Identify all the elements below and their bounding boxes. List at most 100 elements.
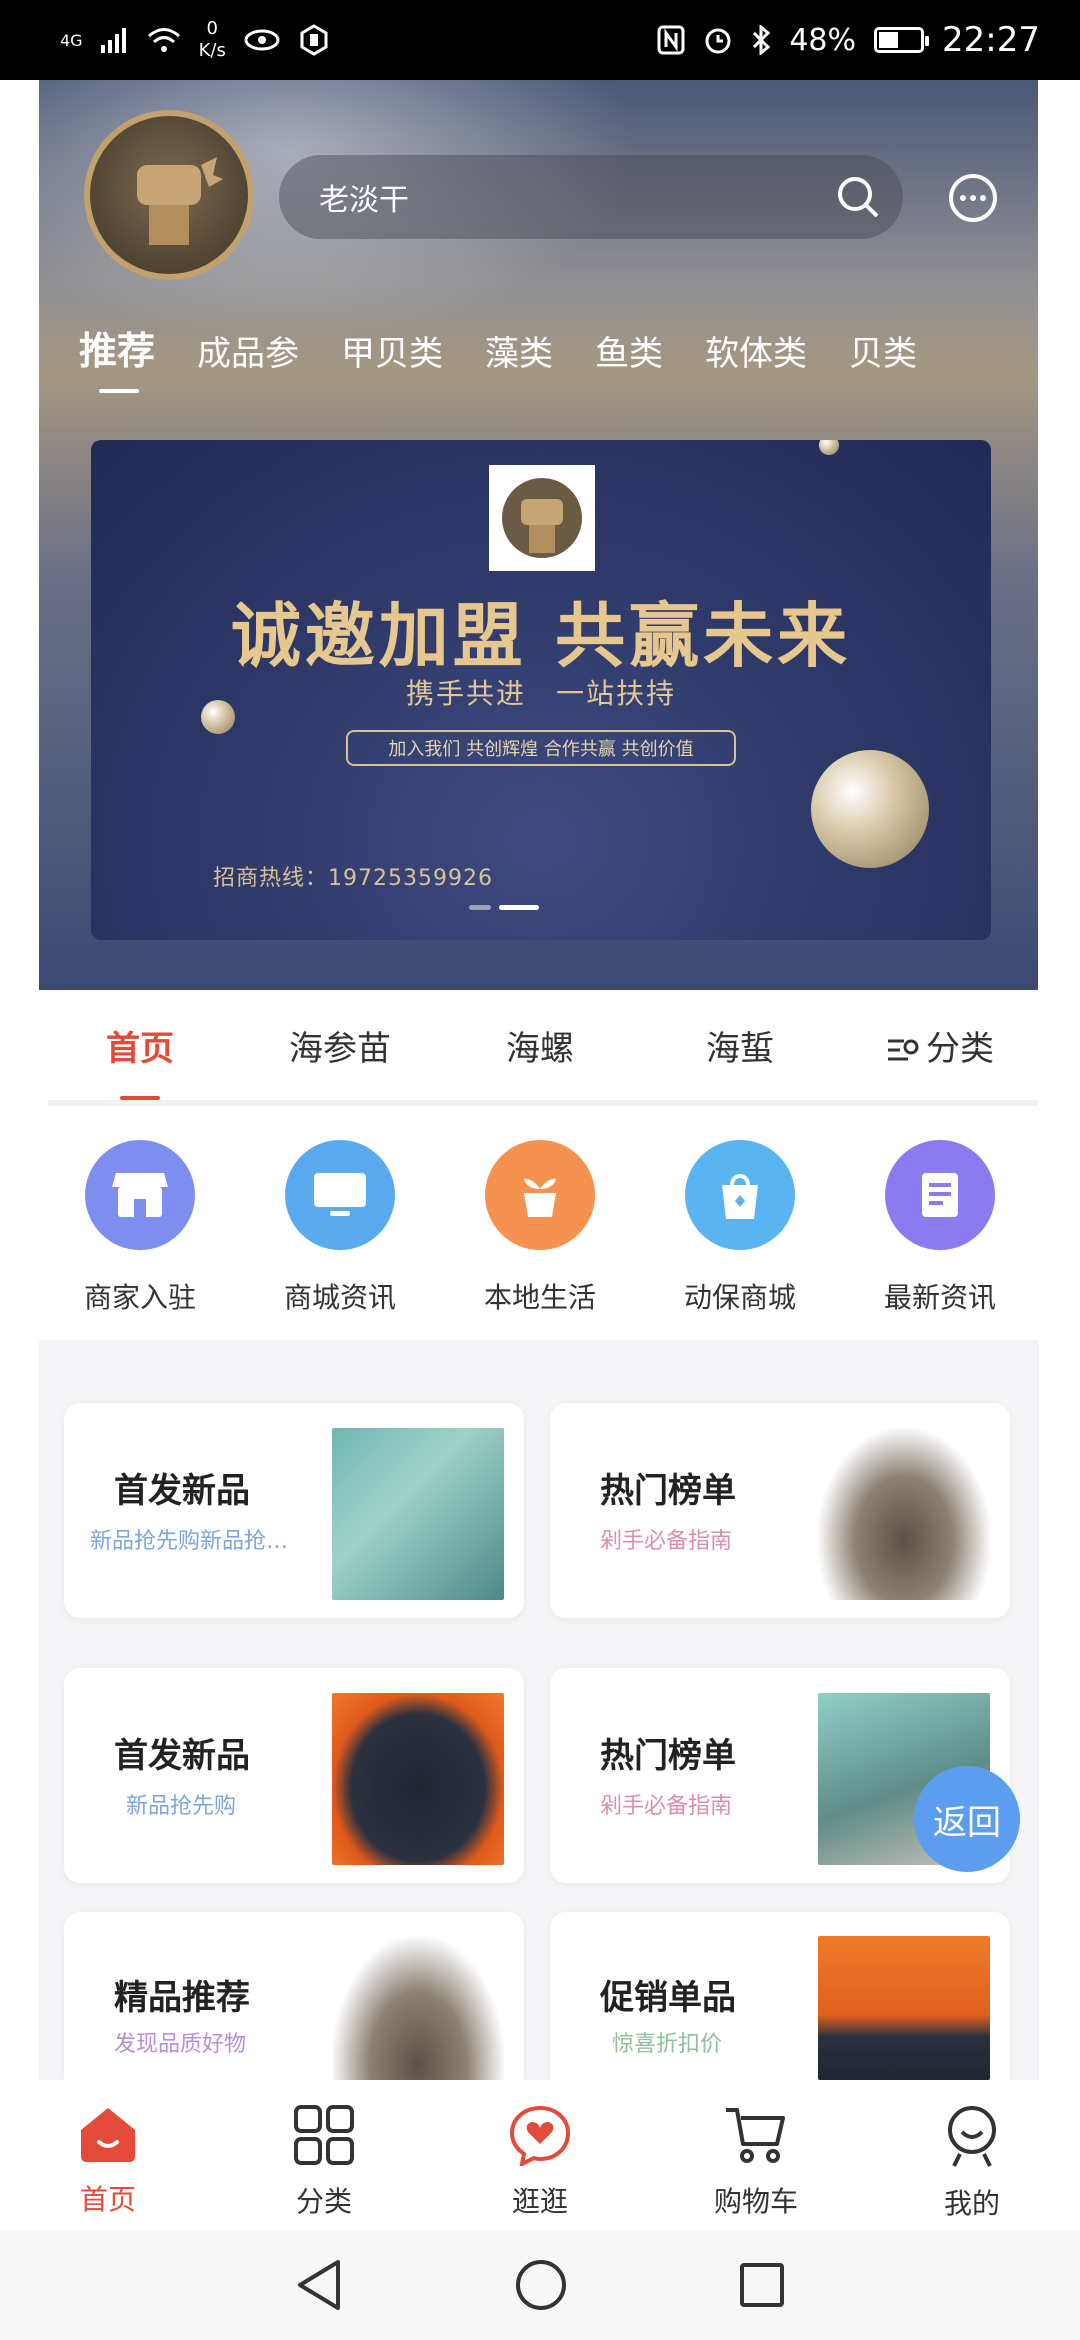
banner-logo (489, 465, 595, 571)
battery-percent: 48% (789, 22, 857, 58)
grid-icon (294, 2105, 354, 2165)
nav-label: 分类 (295, 2185, 352, 2218)
quick-links: 商家入驻 商城资讯 本地生活 动保商城 最新资讯 (40, 1140, 1040, 1316)
pagination-dot (469, 905, 491, 910)
quick-link-label: 动保商城 (683, 1281, 796, 1314)
quick-link-mall-news[interactable]: 商城资讯 (240, 1140, 440, 1316)
quick-link-label: 商城资讯 (283, 1281, 396, 1314)
product-image (332, 1428, 504, 1600)
card-title: 热门榜单 (600, 1471, 736, 1511)
promo-banner[interactable]: 诚邀加盟 共赢未来 携手共进 一站扶持 加入我们 共创辉煌 合作共赢 共创价值 … (91, 440, 991, 940)
nav-category[interactable]: 分类 (216, 2080, 432, 2230)
nav-home[interactable]: 首页 (0, 2080, 216, 2230)
search-input[interactable]: 老淡干 (319, 175, 835, 219)
subtab-category[interactable]: 分类 (840, 1021, 1040, 1070)
bluetooth-icon (753, 25, 771, 55)
quick-link-latest-news[interactable]: 最新资讯 (840, 1140, 1040, 1316)
category-tab[interactable]: 软体类 (705, 326, 807, 375)
decor-pearl (819, 440, 839, 455)
quick-link-animal-mall[interactable]: 动保商城 (640, 1140, 840, 1316)
quick-link-label: 本地生活 (483, 1281, 596, 1314)
subtab-category-label: 分类 (926, 1028, 994, 1069)
subtab-jellyfish[interactable]: 海蜇 (640, 1021, 840, 1070)
message-icon[interactable] (947, 172, 999, 224)
subtab-sea-cucumber-seedling[interactable]: 海参苗 (240, 1021, 440, 1070)
quick-link-label: 最新资讯 (883, 1281, 996, 1314)
category-tab[interactable]: 藻类 (485, 326, 553, 375)
promo-card[interactable]: 热门榜单 剁手必备指南 (550, 1403, 1010, 1618)
card-subtitle: 新品抢先购 (126, 1794, 237, 1819)
product-image (332, 1936, 504, 2080)
home-icon (81, 2108, 135, 2162)
fist-logo-icon (502, 478, 582, 558)
home-circle-icon[interactable] (514, 2258, 568, 2312)
nfc-icon (657, 25, 685, 55)
banner-headline: 诚邀加盟 共赢未来 (230, 595, 852, 677)
back-triangle-icon[interactable] (294, 2258, 344, 2312)
heart-chat-icon (509, 2105, 571, 2166)
card-title: 促销单品 (600, 1978, 736, 2018)
card-title: 精品推荐 (114, 1978, 250, 2018)
subtab-home[interactable]: 首页 (40, 1021, 240, 1100)
nav-label: 我的 (943, 2187, 1000, 2220)
shopping-bag-icon (685, 1140, 795, 1250)
monitor-icon (285, 1140, 395, 1250)
nav-label: 购物车 (713, 2185, 798, 2218)
promo-card[interactable]: 促销单品 惊喜折扣价 (550, 1912, 1010, 2080)
card-title: 热门榜单 (600, 1736, 736, 1776)
search-bar[interactable]: 老淡干 (279, 155, 903, 239)
system-nav-bar (0, 2230, 1080, 2340)
product-image (818, 1936, 990, 2080)
nav-label: 首页 (79, 2183, 136, 2216)
bottom-nav: 首页 分类 逛逛 购物车 我的 (0, 2080, 1080, 2230)
signal-icon (100, 28, 126, 53)
nav-label: 逛逛 (511, 2185, 568, 2218)
quick-link-label: 商家入驻 (83, 1281, 196, 1314)
recents-square-icon[interactable] (738, 2261, 786, 2309)
status-bar: 4G 0 K/s 48% 22:27 (0, 0, 1080, 80)
category-tab[interactable]: 甲贝类 (341, 326, 443, 375)
document-icon (885, 1140, 995, 1250)
quick-link-merchant[interactable]: 商家入驻 (40, 1140, 240, 1316)
promo-card[interactable]: 精品推荐 发现品质好物 (64, 1912, 524, 2080)
nav-browse[interactable]: 逛逛 (432, 2080, 648, 2230)
section-separator (39, 1340, 1039, 1380)
plant-pot-icon (485, 1140, 595, 1250)
card-title: 首发新品 (114, 1736, 250, 1776)
cart-icon (726, 2108, 785, 2163)
sub-tabs: 首页 海参苗 海螺 海蜇 分类 (0, 990, 1080, 1100)
brand-logo[interactable] (84, 110, 254, 280)
category-tab[interactable]: 成品参 (197, 326, 299, 375)
promo-card[interactable]: 首发新品 新品抢先购 (64, 1668, 524, 1883)
battery-icon (874, 27, 930, 53)
card-subtitle: 惊喜折扣价 (612, 2032, 723, 2057)
profile-icon (948, 2106, 996, 2167)
quick-link-local-life[interactable]: 本地生活 (440, 1140, 640, 1316)
category-tab[interactable]: 推荐 (79, 320, 155, 393)
back-button[interactable]: 返回 (914, 1766, 1020, 1872)
card-subtitle: 剁手必备指南 (600, 1794, 733, 1819)
eye-icon (244, 29, 280, 51)
category-tabs: 推荐 成品参 甲贝类 藻类 鱼类 软体类 贝类 (79, 320, 999, 393)
store-icon (85, 1140, 195, 1250)
banner-pagination (469, 905, 539, 910)
category-tab[interactable]: 贝类 (849, 326, 917, 375)
subtab-conch[interactable]: 海螺 (440, 1021, 640, 1070)
card-subtitle: 剁手必备指南 (600, 1529, 733, 1554)
card-subtitle: 发现品质好物 (114, 2032, 247, 2057)
clock: 22:27 (942, 20, 1040, 60)
decor-pearl (811, 750, 929, 868)
card-subtitle: 新品抢先购新品抢先购 (90, 1529, 290, 1554)
product-image (818, 1428, 990, 1600)
nav-cart[interactable]: 购物车 (648, 2080, 864, 2230)
fist-logo-icon (137, 157, 223, 245)
alarm-icon (705, 28, 731, 54)
pagination-dot-active (499, 905, 539, 910)
category-tab[interactable]: 鱼类 (595, 326, 663, 375)
banner-slogan: 加入我们 共创辉煌 合作共赢 共创价值 (346, 730, 736, 766)
battery-level (879, 32, 899, 48)
search-icon[interactable] (835, 174, 881, 220)
promo-card[interactable]: 首发新品 新品抢先购新品抢先购 (64, 1403, 524, 1618)
nav-profile[interactable]: 我的 (864, 2080, 1080, 2230)
wifi-icon (147, 28, 180, 52)
